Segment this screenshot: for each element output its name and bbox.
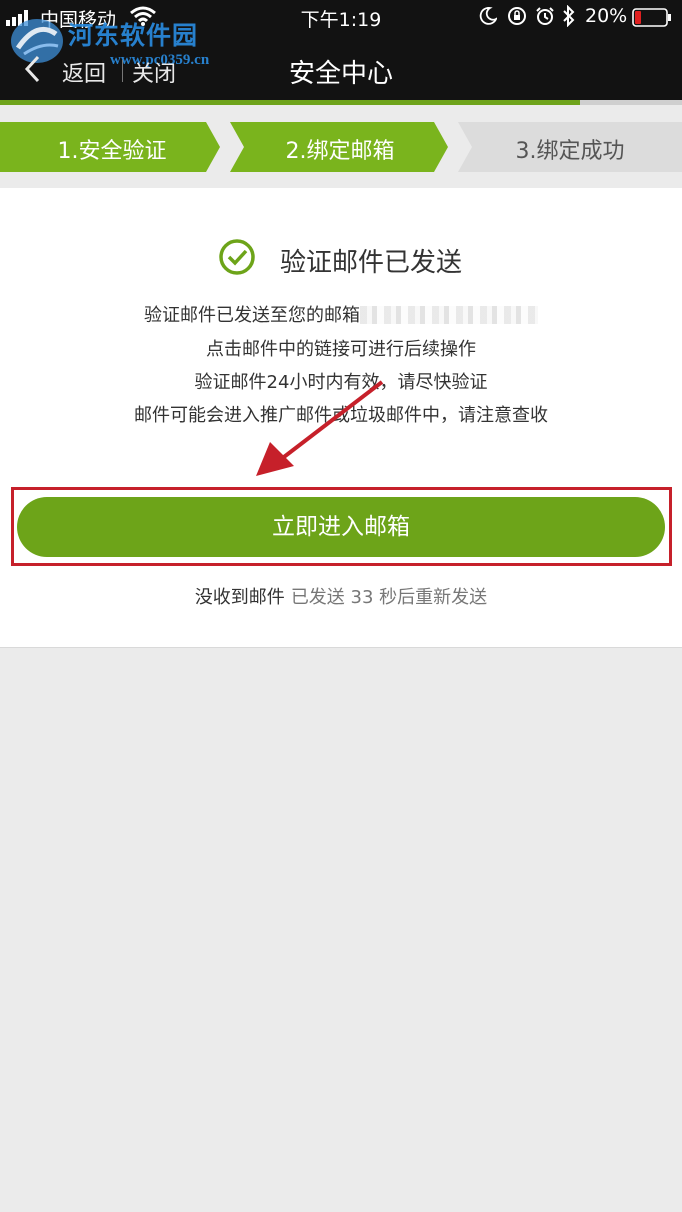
- resend-question: 没收到邮件: [194, 587, 285, 608]
- masked-email: [360, 306, 538, 324]
- check-circle-icon: [219, 239, 255, 275]
- page-load-progress-fill: [0, 100, 580, 105]
- step-1-label: 1.安全验证: [57, 139, 167, 164]
- battery-percent: 20%: [585, 5, 628, 27]
- step-indicator: 1.安全验证 2.绑定邮箱 3.绑定成功: [0, 122, 682, 172]
- step-3-label: 3.绑定成功: [515, 139, 625, 164]
- resend-countdown: 已发送 33 秒后重新发送: [290, 587, 488, 608]
- page-title: 安全中心: [288, 59, 393, 89]
- desc-line-1-text: 验证邮件已发送至您的邮箱: [144, 305, 360, 326]
- alarm-icon: [536, 7, 554, 25]
- resend-row: 没收到邮件 已发送 33 秒后重新发送: [0, 583, 682, 609]
- sent-heading: 验证邮件已发送: [280, 248, 463, 278]
- desc-line-1: 验证邮件已发送至您的邮箱: [0, 301, 682, 327]
- top-bar: 中国移动 下午1:19 20% 河东软件园 www.pc0359.cn 返回 关…: [0, 0, 682, 104]
- page-load-progress: [0, 100, 682, 105]
- battery-icon: [632, 8, 671, 27]
- nav-bar: 返回 关闭 安全中心: [0, 36, 682, 100]
- rotation-lock-icon: [508, 7, 526, 25]
- bluetooth-icon: [563, 5, 575, 27]
- step-2-label: 2.绑定邮箱: [285, 139, 395, 164]
- enter-mailbox-button[interactable]: 立即进入邮箱: [17, 497, 665, 557]
- moon-icon: [479, 7, 497, 25]
- desc-line-2: 点击邮件中的链接可进行后续操作: [206, 339, 476, 360]
- annotation-arrow-icon: [256, 380, 384, 476]
